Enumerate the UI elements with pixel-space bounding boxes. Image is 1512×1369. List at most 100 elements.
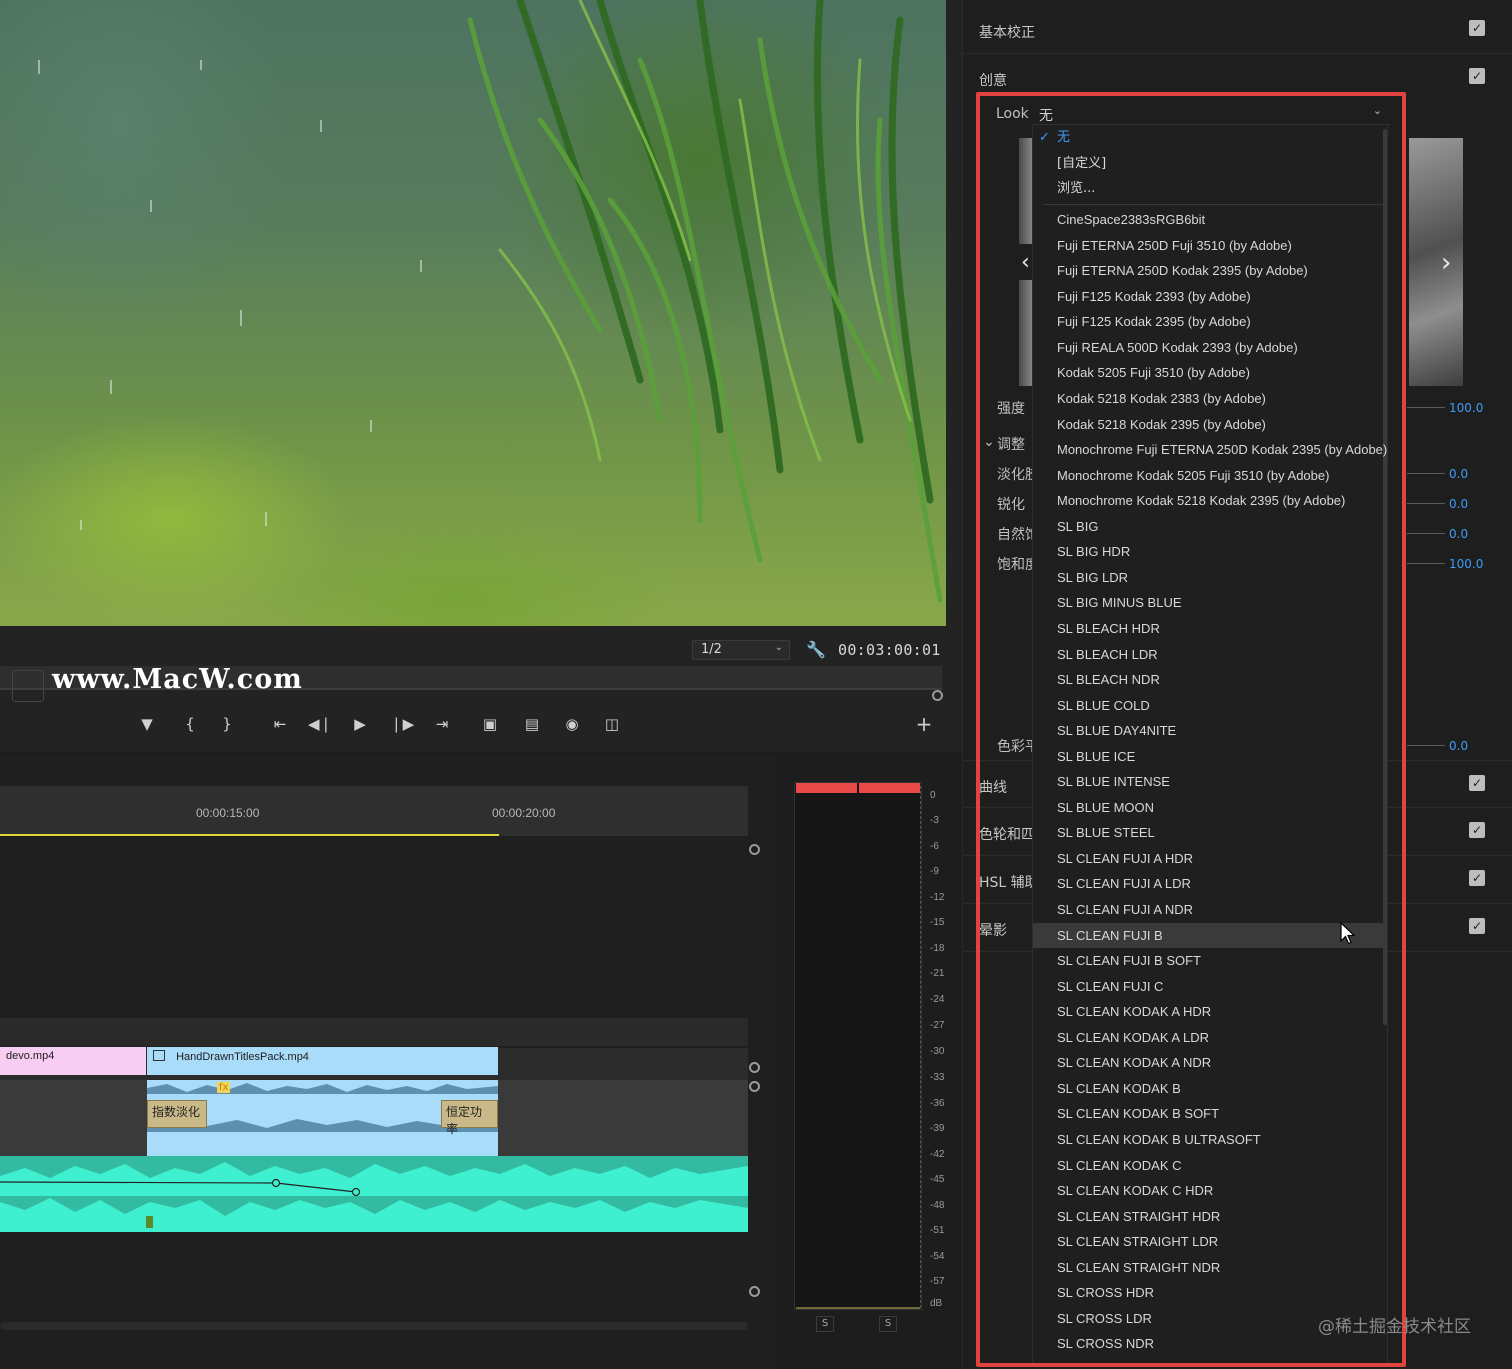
look-option[interactable]: SL BIG HDR [1033, 539, 1385, 564]
look-option[interactable]: SL BLUE MOON [1033, 795, 1385, 820]
transition-exponential-fade[interactable]: 指数淡化 [147, 1100, 207, 1128]
enable-checkbox[interactable]: ✓ [1469, 822, 1485, 838]
look-preview-thumbnail-left-lower[interactable] [1019, 280, 1033, 386]
look-option[interactable]: SL BLUE DAY4NITE [1033, 718, 1385, 743]
look-option[interactable]: Monochrome Fuji ETERNA 250D Kodak 2395 (… [1033, 437, 1387, 462]
look-option[interactable]: Monochrome Kodak 5218 Kodak 2395 (by Ado… [1033, 488, 1385, 513]
fx-badge[interactable]: fx [217, 1082, 231, 1093]
look-option[interactable]: CineSpace2383sRGB6bit [1033, 207, 1385, 232]
go-to-in-icon[interactable]: ⇤ [268, 714, 292, 734]
look-option[interactable]: SL BIG MINUS BLUE [1033, 590, 1385, 615]
video-clip-titles[interactable]: HandDrawnTitlesPack.mp4 [147, 1047, 498, 1075]
look-preview-thumbnail-right[interactable] [1409, 138, 1463, 386]
look-option[interactable]: SL CLEAN KODAK A LDR [1033, 1025, 1385, 1050]
look-option[interactable]: Fuji F125 Kodak 2395 (by Adobe) [1033, 309, 1385, 334]
play-icon[interactable]: ▶ [348, 714, 372, 734]
look-option[interactable]: Kodak 5218 Kodak 2383 (by Adobe) [1033, 386, 1385, 411]
chevron-left-icon[interactable]: ‹ [1021, 250, 1030, 275]
step-forward-icon[interactable]: ❘▶ [390, 714, 414, 734]
look-option[interactable]: SL BLEACH LDR [1033, 642, 1385, 667]
look-option[interactable]: SL CLEAN FUJI A HDR [1033, 846, 1385, 871]
look-option[interactable]: SL CLEAN KODAK C HDR [1033, 1178, 1385, 1203]
look-option[interactable]: SL CLEAN KODAK A NDR [1033, 1050, 1385, 1075]
look-option[interactable]: SL CLEAN STRAIGHT NDR [1033, 1255, 1385, 1280]
param-vibrance-value[interactable]: 0.0 [1449, 527, 1468, 541]
param-saturation-value[interactable]: 100.0 [1449, 557, 1483, 571]
param-sharpen-value[interactable]: 0.0 [1449, 497, 1468, 511]
extract-icon[interactable]: ▤ [520, 714, 544, 734]
scroll-handle-bottom[interactable] [749, 1286, 760, 1297]
look-option[interactable]: Kodak 5205 Fuji 3510 (by Adobe) [1033, 360, 1385, 385]
sharpen-slider[interactable] [1407, 503, 1445, 504]
look-option[interactable]: SL BLEACH HDR [1033, 616, 1385, 641]
param-faded-value[interactable]: 0.0 [1449, 467, 1468, 481]
scrubber-end-handle[interactable] [932, 690, 943, 701]
video-clip-devo[interactable]: devo.mp4 [0, 1047, 146, 1075]
saturation-slider[interactable] [1407, 563, 1445, 564]
intensity-slider[interactable] [1407, 407, 1445, 408]
vibrance-slider[interactable] [1407, 533, 1445, 534]
param-intensity-value[interactable]: 100.0 [1449, 401, 1483, 415]
look-option[interactable]: SL CLEAN FUJI B SOFT [1033, 948, 1385, 973]
look-option-custom[interactable]: [自定义] [1033, 151, 1385, 176]
enable-checkbox[interactable]: ✓ [1469, 20, 1485, 36]
look-option[interactable]: SL CLEAN KODAK C [1033, 1153, 1385, 1178]
step-back-icon[interactable]: ◀❘ [308, 714, 332, 734]
look-option[interactable]: SL BLUE COLD [1033, 693, 1385, 718]
tint-balance-slider[interactable] [1407, 745, 1445, 746]
look-option[interactable]: SL CLEAN STRAIGHT LDR [1033, 1229, 1385, 1254]
enable-checkbox[interactable]: ✓ [1469, 918, 1485, 934]
chevron-down-icon[interactable]: ⌄ [983, 434, 995, 450]
look-option[interactable]: SL CLEAN KODAK B SOFT [1033, 1101, 1385, 1126]
peak-indicator-left[interactable] [796, 783, 857, 793]
look-option[interactable]: SL BIG LDR [1033, 565, 1385, 590]
enable-checkbox[interactable]: ✓ [1469, 870, 1485, 886]
wrench-icon[interactable]: 🔧 [806, 640, 826, 659]
look-option[interactable]: Fuji F125 Kodak 2393 (by Adobe) [1033, 284, 1385, 309]
look-option[interactable]: SL BLEACH NDR [1033, 667, 1385, 692]
look-option[interactable]: SL CLEAN FUJI A LDR [1033, 871, 1385, 896]
faded-slider[interactable] [1407, 473, 1445, 474]
enable-checkbox[interactable]: ✓ [1469, 68, 1485, 84]
clip-marker[interactable] [146, 1216, 153, 1228]
look-option[interactable]: Fuji ETERNA 250D Kodak 2395 (by Adobe) [1033, 258, 1385, 283]
look-option-browse[interactable]: 浏览... [1033, 176, 1385, 201]
look-option[interactable]: SL CLEAN KODAK A HDR [1033, 999, 1385, 1024]
solo-left-button[interactable]: S [816, 1316, 834, 1332]
audio-clip-music[interactable] [0, 1156, 748, 1232]
horizontal-scrollbar[interactable] [0, 1322, 748, 1330]
look-option[interactable]: Monochrome Kodak 5205 Fuji 3510 (by Adob… [1033, 463, 1385, 488]
look-option[interactable]: SL CLEAN FUJI B [1033, 922, 1385, 948]
look-option[interactable]: SL CLEAN STRAIGHT HDR [1033, 1204, 1385, 1229]
look-preview-thumbnail-left[interactable] [1019, 138, 1033, 244]
param-tint-balance-value[interactable]: 0.0 [1449, 739, 1468, 753]
add-button-icon[interactable]: + [912, 714, 936, 734]
lift-icon[interactable]: ▣ [478, 714, 502, 734]
mark-out-icon[interactable]: } [215, 714, 239, 734]
export-frame-icon[interactable]: ◉ [560, 714, 584, 734]
solo-right-button[interactable]: S [879, 1316, 897, 1332]
look-option[interactable]: SL BLUE ICE [1033, 744, 1385, 769]
section-basic-correction[interactable]: 基本校正 ✓ [963, 6, 1512, 54]
go-to-out-icon[interactable]: ⇥ [430, 714, 454, 734]
look-option[interactable]: SL BLUE INTENSE [1033, 769, 1385, 794]
enable-checkbox[interactable]: ✓ [1469, 775, 1485, 791]
mark-in-icon[interactable]: { [178, 714, 202, 734]
look-select[interactable]: 无 ⌄ [1032, 103, 1390, 125]
zoom-level-select[interactable]: 1/2 ⌄ [692, 640, 790, 660]
look-option-none[interactable]: ✓ 无 [1033, 125, 1385, 150]
look-option[interactable]: Kodak 5218 Kodak 2395 (by Adobe) [1033, 412, 1385, 437]
peak-indicator-right[interactable] [859, 783, 920, 793]
program-timecode[interactable]: 00:03:00:01 [838, 641, 941, 659]
look-option[interactable]: SL CLEAN FUJI C [1033, 974, 1385, 999]
timeline-ruler[interactable]: 00:00:15:00 00:00:20:00 [0, 786, 748, 836]
look-option[interactable]: SL CLEAN KODAK B [1033, 1076, 1385, 1101]
add-marker-icon[interactable]: ▼ [135, 714, 159, 734]
section-creative[interactable]: 创意 ✓ [963, 54, 1512, 102]
transition-constant-power[interactable]: 恒定功率 [441, 1100, 498, 1136]
look-option[interactable]: SL BIG [1033, 514, 1385, 539]
look-option[interactable]: Fuji REALA 500D Kodak 2393 (by Adobe) [1033, 335, 1385, 360]
scroll-handle-mid2[interactable] [749, 1081, 760, 1092]
scroll-handle-mid1[interactable] [749, 1062, 760, 1073]
comparison-view-icon[interactable]: ◫ [600, 714, 624, 734]
